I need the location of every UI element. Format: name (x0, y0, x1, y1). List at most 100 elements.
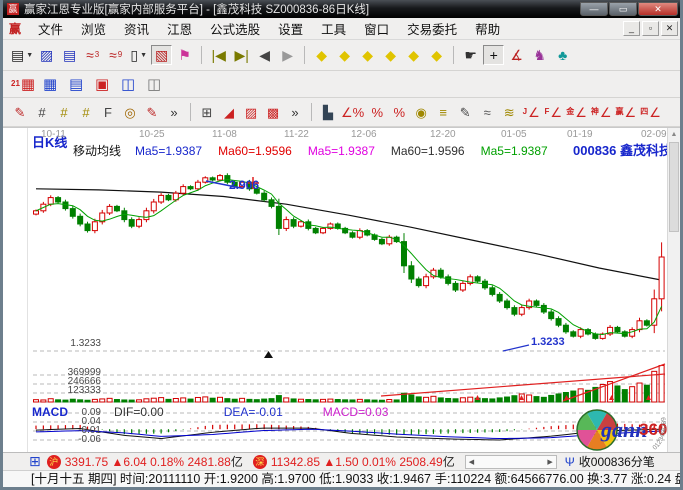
keyboard-icon[interactable]: ⊞ (29, 453, 41, 470)
measure-angle-icon[interactable]: ∡ (506, 45, 527, 65)
ying-angle-icon[interactable]: 赢∠ (615, 102, 638, 122)
draw-brush-icon[interactable]: ✎ (10, 102, 30, 122)
scroll-right-icon[interactable]: ▶ (547, 458, 552, 466)
percent-angle-icon[interactable]: ∠% (340, 102, 365, 122)
toolbar-utilities: 21▦▦▤▣◫◫ (3, 71, 680, 98)
menu-6[interactable]: 工具 (312, 21, 355, 39)
child-close-button[interactable]: ✕ (661, 21, 678, 36)
toolbar-separator (304, 46, 305, 64)
frame-tool-icon[interactable]: ⊞ (197, 102, 217, 122)
menu-0[interactable]: 文件 (29, 21, 72, 39)
brain-icon[interactable]: ♣ (552, 45, 573, 65)
wave-tool-icon[interactable]: ≈ (477, 102, 497, 122)
percent-icon[interactable]: % (367, 102, 387, 122)
macd-panel-label: MACD (32, 405, 68, 419)
percent-lines-icon[interactable]: % (389, 102, 409, 122)
shanghai-index-quote[interactable]: 3391.75 ▲6.04 0.18% 2481.88亿 (65, 453, 243, 470)
f-angle-icon[interactable]: F∠ (543, 102, 563, 122)
child-window-icon: 赢 (9, 20, 21, 37)
period-selector-button[interactable]: ▤▼ (10, 45, 34, 65)
menu-4[interactable]: 公式选股 (201, 21, 269, 39)
gold-angle-icon[interactable]: 金∠ (565, 102, 588, 122)
shanghai-market-icon[interactable]: 沪 (47, 455, 61, 469)
indicator-3-icon[interactable]: ≈3 (82, 45, 103, 65)
ma-legend-item-1: Ma60=1.9596 (218, 144, 292, 158)
chart-area[interactable]: 日K线 10-1110-2511-0811-2212-0612-2001-050… (3, 127, 680, 452)
menu-8[interactable]: 交易委托 (398, 21, 466, 39)
candle-style-button[interactable]: ▯▼ (128, 45, 149, 65)
app-logo-icon: 赢 (7, 3, 19, 15)
gann-box-icon[interactable]: ▨ (241, 102, 261, 122)
more-tools-1-button[interactable]: » (164, 102, 184, 122)
gann-compress-v-button[interactable]: ◆ (380, 45, 401, 65)
gann-scale-right-button[interactable]: ◆ (311, 45, 332, 65)
angle-brush-icon[interactable]: ✎ (142, 102, 162, 122)
calculator-button[interactable]: ▦ (38, 74, 62, 94)
time-grid-icon[interactable]: # (32, 102, 52, 122)
save-button[interactable]: ▣ (90, 74, 114, 94)
restore-button[interactable]: ▭ (609, 2, 637, 16)
notes-button[interactable]: ▤ (64, 74, 88, 94)
more-tools-2-button[interactable]: » (285, 102, 305, 122)
ohlc-info-line: [十月十五 期四] 时间:20111110 开:1.9200 高:1.9700 … (3, 470, 680, 487)
first-bar-button[interactable]: |◀ (208, 45, 229, 65)
gann-scale-lr-button[interactable]: ◆ (334, 45, 355, 65)
close-button[interactable]: ✕ (638, 2, 678, 16)
child-minimize-button[interactable]: _ (623, 21, 640, 36)
gann-fan-icon[interactable]: ◢ (219, 102, 239, 122)
child-restore-button[interactable]: ▫ (642, 21, 659, 36)
menu-5[interactable]: 设置 (269, 21, 312, 39)
robot-icon[interactable]: ♞ (529, 45, 550, 65)
minimize-button[interactable]: — (580, 2, 608, 16)
flag-icon[interactable]: ⚑ (174, 45, 195, 65)
candle-brush-icon[interactable]: ✎ (455, 102, 475, 122)
shenzhen-market-icon[interactable]: 深 (253, 455, 267, 469)
pan-hand-button[interactable]: ☛ (460, 45, 481, 65)
gold-lines-icon[interactable]: ≡ (433, 102, 453, 122)
x-axis-tick: 10-25 (139, 129, 165, 140)
print-button[interactable]: ◫ (142, 74, 166, 94)
indicator-9-icon[interactable]: ≈9 (105, 45, 126, 65)
crosshair-button[interactable]: + (483, 45, 504, 65)
gann360-logo: gann 360 0123456789 (575, 408, 671, 454)
note-icon[interactable]: ▤ (59, 45, 80, 65)
tick-feed-label[interactable]: 收000836分笔 (579, 453, 655, 470)
histogram-tool-icon[interactable]: ▙ (318, 102, 338, 122)
export-button[interactable]: ◫ (116, 74, 140, 94)
window-title: 赢家江恩专业版[赢家内部服务平台] - [鑫茂科技 SZ000836-86日K线… (24, 1, 579, 17)
pattern-box-icon[interactable]: ▨ (36, 45, 57, 65)
antenna-icon: Ψ (565, 455, 575, 469)
menu-2[interactable]: 资讯 (115, 21, 158, 39)
menu-9[interactable]: 帮助 (466, 21, 509, 39)
menu-1[interactable]: 浏览 (72, 21, 115, 39)
shen-angle-icon[interactable]: 神∠ (590, 102, 613, 122)
horizontal-scrollbar[interactable]: ◀ ▶ (465, 455, 557, 469)
scrollbar-thumb[interactable] (669, 142, 679, 232)
vertical-scrollbar[interactable]: ▲ (667, 128, 680, 452)
si-angle-icon[interactable]: 四∠ (639, 102, 662, 122)
prev-bar-button[interactable]: ◀ (254, 45, 275, 65)
j-angle-icon[interactable]: J∠ (521, 102, 541, 122)
gann-compress-all-button[interactable]: ◆ (403, 45, 424, 65)
menu-3[interactable]: 江恩 (158, 21, 201, 39)
spiral-icon[interactable]: ◎ (120, 102, 140, 122)
gold-grid2-icon[interactable]: # (76, 102, 96, 122)
kline-mode-icon[interactable]: ▧ (151, 45, 172, 65)
shenzhen-index-quote[interactable]: 11342.85 ▲1.50 0.01% 2508.49亿 (271, 453, 455, 470)
scroll-up-icon[interactable]: ▲ (668, 128, 680, 141)
gold-channel-icon[interactable]: ≋ (499, 102, 519, 122)
gann-compress-h-button[interactable]: ◆ (357, 45, 378, 65)
macd-value: MACD=0.03 (323, 405, 389, 419)
gold-grid-icon[interactable]: # (54, 102, 74, 122)
next-bar-button[interactable]: ▶ (277, 45, 298, 65)
gold-circle-icon[interactable]: ◉ (411, 102, 431, 122)
macd-legend: MACDDIF=0.00DEA=-0.01MACD=0.03 (32, 405, 388, 419)
x-axis-tick: 02-09 (641, 129, 667, 140)
gann-expand-all-button[interactable]: ◆ (426, 45, 447, 65)
gann-square-icon[interactable]: ▩ (263, 102, 283, 122)
calendar-button[interactable]: 21▦ (10, 74, 36, 94)
scroll-left-icon[interactable]: ◀ (469, 458, 474, 466)
f-grid-icon[interactable]: F (98, 102, 118, 122)
menu-7[interactable]: 窗口 (355, 21, 398, 39)
last-bar-button[interactable]: ▶| (231, 45, 252, 65)
